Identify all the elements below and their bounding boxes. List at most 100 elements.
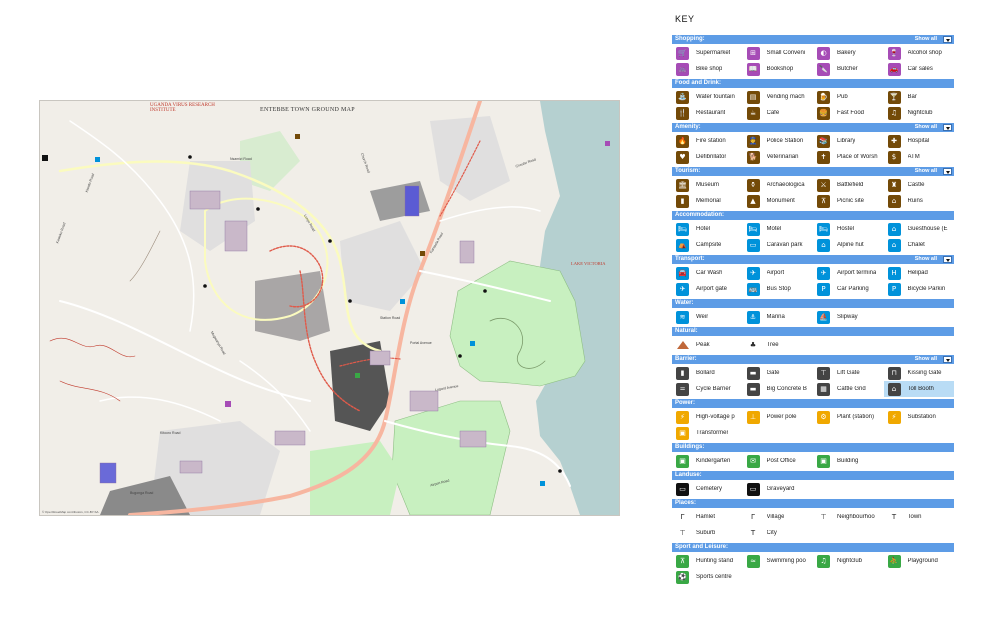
key-item[interactable]: ▬ Gate	[743, 365, 814, 381]
key-item[interactable]: ▮ Bollard	[672, 365, 743, 381]
show-all-dropdown-icon[interactable]	[943, 124, 952, 131]
key-item[interactable]: ⌂ Toll Booth	[883, 381, 954, 397]
map-view[interactable]: ENTEBBE TOWN GROUND MAP LAKE VICTORIA UG…	[39, 100, 620, 516]
key-item[interactable]: 🛏 Hotel	[672, 221, 743, 237]
key-item[interactable]: 🔥 Fire station	[672, 133, 743, 149]
key-item[interactable]: ✈ Airport termina	[813, 265, 884, 281]
key-item[interactable]: P Car Parking	[813, 281, 884, 297]
key-item[interactable]: ⛵ Slipway	[813, 309, 884, 325]
show-all-label[interactable]: Show all	[915, 167, 937, 176]
key-item[interactable]: 🛒 Supermarket	[672, 45, 743, 61]
key-item[interactable]: ✈ Airport	[743, 265, 814, 281]
show-all-label[interactable]: Show all	[915, 123, 937, 132]
key-item[interactable]: ✚ Hospital	[884, 133, 955, 149]
key-section-items: 🛏 Hotel 🛏 Motel 🛏 Hostel ⌂ Guesthouse (E ⛺ Campsi…	[672, 220, 954, 253]
key-item[interactable]: 🚘 Car Wash	[672, 265, 743, 281]
key-item[interactable]: 🚗 Car sales	[884, 61, 955, 77]
key-item[interactable]: 🔪 Butcher	[813, 61, 884, 77]
key-item-label: Building	[837, 458, 859, 464]
key-item[interactable]: ⌂ Chalet	[884, 237, 955, 253]
key-item[interactable]: ≈ Swimming poo	[743, 553, 814, 569]
show-all-dropdown-icon[interactable]	[943, 168, 952, 175]
key-item[interactable]: 📚 Library	[813, 133, 884, 149]
key-item[interactable]: ♣ Tree	[743, 337, 814, 353]
key-item[interactable]: ◐ Bakery	[813, 45, 884, 61]
key-item-label: Defibrillator	[696, 154, 727, 160]
key-item[interactable]: ⌂ Guesthouse (E	[884, 221, 955, 237]
key-item[interactable]: ⚙ Plant (station)	[813, 409, 884, 425]
key-item[interactable]: ▭ Caravan park	[743, 237, 814, 253]
key-item[interactable]: ▦ Cattle Grid	[813, 381, 884, 397]
key-item[interactable]: ⚓ Marina	[743, 309, 814, 325]
show-all-label[interactable]: Show all	[915, 355, 937, 364]
key-item[interactable]: ▬ Big Concrete B	[743, 381, 814, 397]
key-item-label: Veterinarian	[766, 154, 799, 160]
show-all-label[interactable]: Show all	[915, 255, 937, 264]
key-item[interactable]: P Bicycle Parkin	[884, 281, 955, 297]
key-item[interactable]: ♫ Nightclub	[813, 553, 884, 569]
key-item[interactable]: ⌂ Ruins	[884, 193, 955, 209]
key-item[interactable]: ⊤ Suburb	[672, 525, 743, 541]
key-item[interactable]: ⛺ Campsite	[672, 237, 743, 253]
key-item[interactable]: 🍔 Fast Food	[813, 105, 884, 121]
key-item[interactable]: = Cycle Barrier	[672, 381, 743, 397]
key-item[interactable]: 🍷 Alcohol shop	[884, 45, 955, 61]
key-item[interactable]: Peak	[672, 337, 743, 353]
key-item[interactable]: ⌂ Alpine hut	[813, 237, 884, 253]
key-item[interactable]: ⊓ Kissing Gate	[884, 365, 955, 381]
key-item[interactable]: H Helipad	[884, 265, 955, 281]
key-item[interactable]: Γ Hamlet	[672, 509, 743, 525]
key-item[interactable]: 📖 Bookshop	[743, 61, 814, 77]
key-item[interactable]: ▮ Memorial	[672, 193, 743, 209]
key-item[interactable]: ▭ Cemetery	[672, 481, 743, 497]
key-item[interactable]: ✉ Post Office	[743, 453, 814, 469]
key-item[interactable]: 🐕 Veterinarian	[743, 149, 814, 165]
key-item[interactable]: ⊼ Hunting stand	[672, 553, 743, 569]
show-all-dropdown-icon[interactable]	[943, 36, 952, 43]
key-item[interactable]: 🍴 Restaurant	[672, 105, 743, 121]
key-item[interactable]: ☕ Cafe	[743, 105, 814, 121]
key-item[interactable]: T Town	[884, 509, 955, 525]
key-section-items: ▭ Cemetery ▭ Graveyard	[672, 480, 954, 497]
key-item[interactable]: 🛏 Motel	[743, 221, 814, 237]
key-item[interactable]: ⚔ Battlefield	[813, 177, 884, 193]
key-item[interactable]: ⚽ Sports centre	[672, 569, 743, 585]
key-item[interactable]: ▣ Transformer	[672, 425, 743, 441]
key-item[interactable]: ▣ Building	[813, 453, 884, 469]
key-item[interactable]: ⊤ Lift Gate	[813, 365, 884, 381]
show-all-label[interactable]: Show all	[915, 35, 937, 44]
key-item[interactable]: ▣ Kindergarten	[672, 453, 743, 469]
key-item[interactable]: T City	[743, 525, 814, 541]
key-item[interactable]: ♜ Castle	[884, 177, 955, 193]
key-item[interactable]: ▲ Monument	[743, 193, 814, 209]
key-item[interactable]: ⛲ Water fountain	[672, 89, 743, 105]
key-item[interactable]: 🚲 Bike shop	[672, 61, 743, 77]
key-item[interactable]: 🍺 Pub	[813, 89, 884, 105]
key-item[interactable]: ⛹ Playground	[884, 553, 955, 569]
key-item[interactable]: 🚌 Bus Stop	[743, 281, 814, 297]
key-item[interactable]: ✈ Airport gate	[672, 281, 743, 297]
key-item[interactable]: $ ATM	[884, 149, 955, 165]
key-item[interactable]: ⚱ Archaeologica	[743, 177, 814, 193]
key-item[interactable]: ⚡ Substation	[884, 409, 955, 425]
key-item[interactable]: 🏛 Museum	[672, 177, 743, 193]
key-item[interactable]: 👮 Police Station	[743, 133, 814, 149]
key-item[interactable]: 🍸 Bar	[884, 89, 955, 105]
key-item[interactable]: ⊼ Picnic site	[813, 193, 884, 209]
key-item[interactable]: ✝ Place of Worsh	[813, 149, 884, 165]
key-item[interactable]: Γ Village	[743, 509, 814, 525]
key-item[interactable]: 🛏 Hostel	[813, 221, 884, 237]
key-item[interactable]: ▤ Vending mach	[743, 89, 814, 105]
show-all-dropdown-icon[interactable]	[943, 356, 952, 363]
key-item[interactable]: ♫ Nightclub	[884, 105, 955, 121]
key-item-label: Substation	[907, 414, 936, 420]
key-item[interactable]: ♥ Defibrillator	[672, 149, 743, 165]
key-item[interactable]: ≋ Weir	[672, 309, 743, 325]
show-all-dropdown-icon[interactable]	[943, 256, 952, 263]
key-item[interactable]: ⊥ Power pole	[743, 409, 814, 425]
key-item[interactable]: ⚡ High-voltage p	[672, 409, 743, 425]
key-item[interactable]: ⊤ Neighbourhoo	[813, 509, 884, 525]
key-item[interactable]: ⊞ Small Conveni	[743, 45, 814, 61]
key-section-items: ⊼ Hunting stand ≈ Swimming poo ♫ Nightclub ⛹ Pl…	[672, 552, 954, 585]
key-item[interactable]: ▭ Graveyard	[743, 481, 814, 497]
